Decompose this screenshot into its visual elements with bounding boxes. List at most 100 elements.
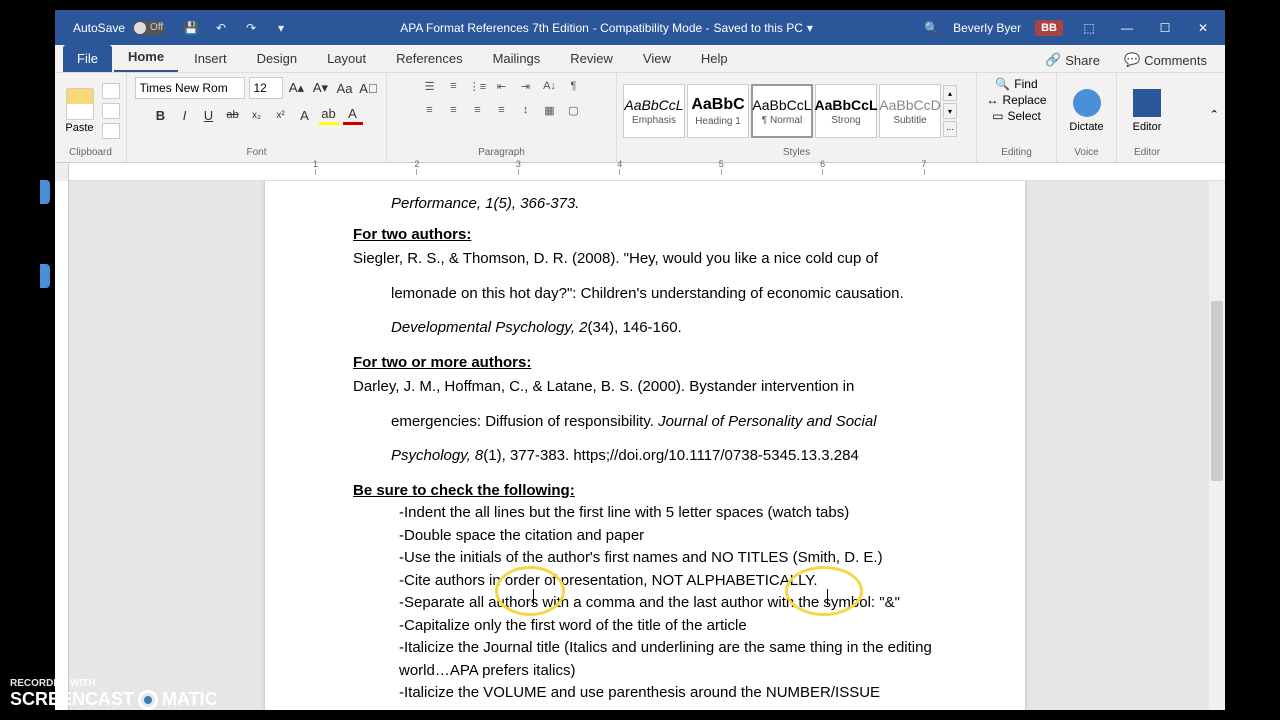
- tab-mailings[interactable]: Mailings: [479, 45, 555, 72]
- align-right-icon[interactable]: ≡: [468, 101, 488, 119]
- highlight-button[interactable]: ab: [319, 105, 339, 125]
- find-button[interactable]: 🔍 Find: [995, 77, 1037, 91]
- vertical-ruler[interactable]: [55, 181, 69, 710]
- redo-icon[interactable]: ↷: [243, 20, 259, 36]
- maximize-button[interactable]: ☐: [1153, 16, 1177, 40]
- text-line: emergencies: Diffusion of responsibility…: [353, 411, 937, 434]
- format-painter-icon[interactable]: [102, 123, 120, 139]
- shrink-font-icon[interactable]: A▾: [311, 78, 331, 98]
- tab-design[interactable]: Design: [243, 45, 311, 72]
- style-heading1[interactable]: AaBbC Heading 1: [687, 84, 749, 138]
- ruler[interactable]: 1234567: [55, 163, 1225, 181]
- doc-mode: - Compatibility Mode -: [593, 21, 710, 35]
- minimize-button[interactable]: —: [1115, 16, 1139, 40]
- styles-more-icon[interactable]: ⋯: [943, 121, 957, 137]
- save-icon[interactable]: 💾: [183, 20, 199, 36]
- autosave-toggle[interactable]: Off: [133, 21, 165, 35]
- style-strong[interactable]: AaBbCcL Strong: [815, 84, 877, 138]
- decrease-indent-icon[interactable]: ⇤: [492, 77, 512, 95]
- qat-more-icon[interactable]: ▾: [273, 20, 289, 36]
- font-name-select[interactable]: [135, 77, 245, 99]
- vertical-scrollbar[interactable]: [1209, 181, 1225, 710]
- text-line: Developmental Psychology, 2(34), 146-160…: [353, 317, 937, 340]
- ribbon-display-icon[interactable]: ⬚: [1077, 16, 1101, 40]
- styles-down-icon[interactable]: ▾: [943, 103, 957, 119]
- copy-icon[interactable]: [102, 103, 120, 119]
- list-item: -Separate all authors with a comma and t…: [353, 592, 937, 615]
- bullets-icon[interactable]: ☰: [420, 77, 440, 95]
- text-cursor-icon: [533, 589, 534, 605]
- style-emphasis[interactable]: AaBbCcL Emphasis: [623, 84, 685, 138]
- list-item: -Capitalize only the first word of the t…: [353, 615, 937, 638]
- text-effects-icon[interactable]: A: [295, 105, 315, 125]
- tab-home[interactable]: Home: [114, 43, 178, 72]
- borders-icon[interactable]: ▢: [564, 101, 584, 119]
- share-button[interactable]: 🔗 Share: [1035, 48, 1110, 72]
- increase-indent-icon[interactable]: ⇥: [516, 77, 536, 95]
- scroll-thumb[interactable]: [1211, 301, 1223, 481]
- paste-button[interactable]: Paste: [61, 88, 98, 134]
- page[interactable]: Performance, 1(5), 366-373. For two auth…: [265, 181, 1025, 710]
- text-line: Performance, 1(5), 366-373.: [391, 195, 579, 212]
- numbering-icon[interactable]: ≡: [444, 77, 464, 95]
- tab-help[interactable]: Help: [687, 45, 742, 72]
- styles-up-icon[interactable]: ▴: [943, 85, 957, 101]
- close-button[interactable]: ✕: [1191, 16, 1215, 40]
- editor-button[interactable]: Editor: [1123, 85, 1171, 137]
- side-tab-2[interactable]: [40, 264, 50, 288]
- side-tab-1[interactable]: [40, 180, 50, 204]
- styles-label: Styles: [623, 145, 970, 160]
- user-badge[interactable]: BB: [1035, 20, 1063, 36]
- list-item: -Italicize the Journal title (Italics an…: [353, 637, 937, 682]
- text-line: Darley, J. M., Hoffman, C., & Latane, B.…: [353, 376, 937, 399]
- change-case-icon[interactable]: Aa: [335, 78, 355, 98]
- comments-button[interactable]: 💬 Comments: [1114, 48, 1217, 72]
- watermark: RECORDED WITH SCREENCASTMATIC: [10, 678, 218, 710]
- doc-title: APA Format References 7th Edition: [400, 21, 589, 35]
- italic-button[interactable]: I: [175, 105, 195, 125]
- search-icon[interactable]: 🔍: [924, 21, 939, 35]
- select-button[interactable]: ▭ Select: [992, 109, 1041, 123]
- superscript-button[interactable]: x²: [271, 105, 291, 125]
- collapse-ribbon-icon[interactable]: ˆ: [1204, 73, 1225, 162]
- font-size-select[interactable]: [249, 77, 283, 99]
- font-color-button[interactable]: A: [343, 105, 363, 125]
- heading-check: Be sure to check the following:: [353, 480, 937, 503]
- tab-file[interactable]: File: [63, 45, 112, 72]
- doc-saved: Saved to this PC: [714, 21, 803, 35]
- editor-group-label: Editor: [1123, 145, 1171, 160]
- multilevel-icon[interactable]: ⋮≡: [468, 77, 488, 95]
- font-group-label: Font: [133, 145, 380, 160]
- list-item: -Double space the citation and paper: [353, 525, 937, 548]
- tab-references[interactable]: References: [382, 45, 476, 72]
- list-item: -Use the initials of the author's first …: [353, 547, 937, 570]
- style-normal[interactable]: AaBbCcL ¶ Normal: [751, 84, 813, 138]
- tab-review[interactable]: Review: [556, 45, 627, 72]
- title-dropdown-icon[interactable]: ▾: [807, 21, 813, 35]
- titlebar: AutoSave Off 💾 ↶ ↷ ▾ APA Format Referenc…: [55, 10, 1225, 45]
- style-subtitle[interactable]: AaBbCcD Subtitle: [879, 84, 941, 138]
- voice-label: Voice: [1063, 145, 1110, 160]
- autosave-label: AutoSave: [73, 21, 125, 35]
- bold-button[interactable]: B: [151, 105, 171, 125]
- tab-view[interactable]: View: [629, 45, 685, 72]
- justify-icon[interactable]: ≡: [492, 101, 512, 119]
- subscript-button[interactable]: x₂: [247, 105, 267, 125]
- strike-button[interactable]: ab: [223, 105, 243, 125]
- align-left-icon[interactable]: ≡: [420, 101, 440, 119]
- tab-layout[interactable]: Layout: [313, 45, 380, 72]
- sort-icon[interactable]: A↓: [540, 77, 560, 95]
- clear-format-icon[interactable]: A⃠: [359, 78, 379, 98]
- tab-insert[interactable]: Insert: [180, 45, 241, 72]
- dictate-button[interactable]: Dictate: [1063, 85, 1110, 137]
- align-center-icon[interactable]: ≡: [444, 101, 464, 119]
- replace-button[interactable]: ↔ Replace: [986, 93, 1046, 107]
- line-spacing-icon[interactable]: ↕: [516, 101, 536, 119]
- list-item: -Italicize the VOLUME and use parenthesi…: [353, 682, 937, 705]
- show-marks-icon[interactable]: ¶: [564, 77, 584, 95]
- cut-icon[interactable]: [102, 83, 120, 99]
- undo-icon[interactable]: ↶: [213, 20, 229, 36]
- shading-icon[interactable]: ▦: [540, 101, 560, 119]
- grow-font-icon[interactable]: A▴: [287, 78, 307, 98]
- underline-button[interactable]: U: [199, 105, 219, 125]
